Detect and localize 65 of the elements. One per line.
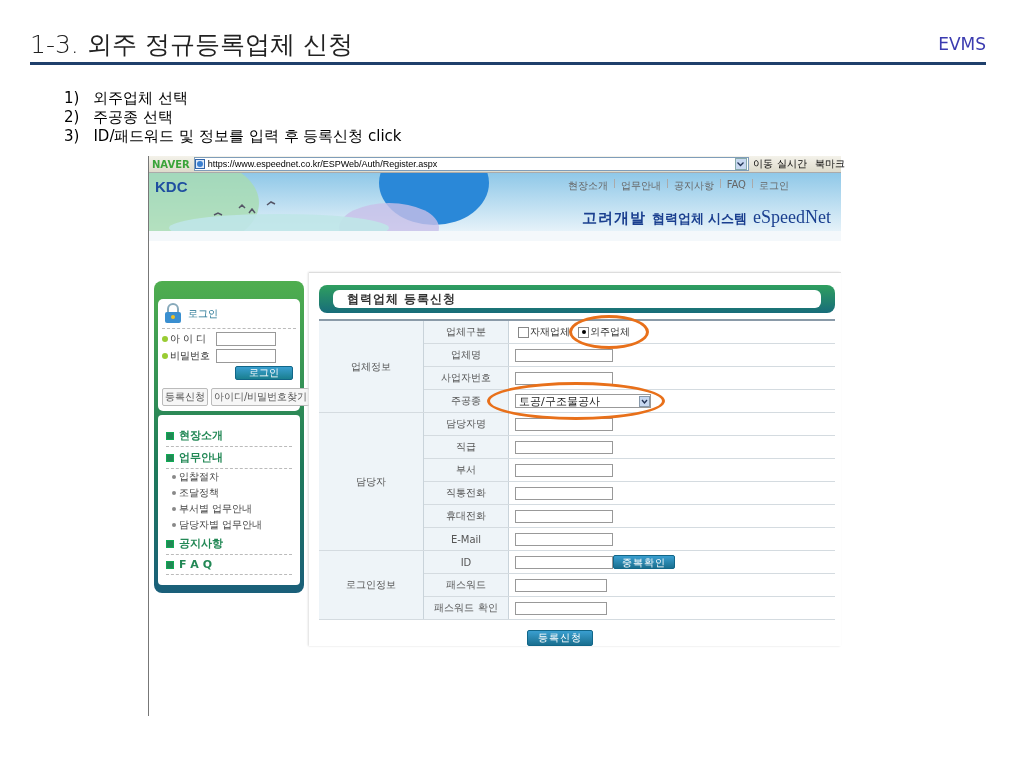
login-button[interactable]: 로그인 — [235, 366, 293, 380]
submit-button[interactable]: 등록신청 — [526, 630, 593, 646]
dropdown-arrow-icon — [639, 395, 650, 407]
menu-item[interactable]: F A Q — [166, 555, 292, 575]
password-field[interactable] — [515, 601, 607, 615]
step-number: 1) — [64, 89, 80, 108]
submenu-item[interactable]: 담당자별 업무안내 — [166, 517, 292, 533]
field-label: 업체구분 — [423, 320, 509, 344]
section-label: 로그인정보 — [319, 550, 424, 620]
step-text: ID/패드워드 및 정보를 입력 후 등록신청 click — [93, 127, 402, 146]
product-name: eSpeedNet — [753, 207, 831, 228]
input-field[interactable] — [515, 509, 613, 523]
lock-icon — [162, 303, 184, 325]
input-field[interactable] — [515, 463, 613, 477]
top-nav-link[interactable]: 로그인 — [759, 179, 789, 193]
top-nav-link[interactable]: 업무안내 — [620, 179, 661, 193]
form-title: 협력업체 등록신청 — [333, 290, 821, 308]
input-field[interactable] — [515, 555, 613, 569]
field-label: 아 이 디 — [170, 332, 208, 346]
link-button[interactable]: 등록신청 — [162, 388, 208, 406]
company-logo: 고려개발 — [581, 209, 646, 228]
realtime-button[interactable]: 실시간 — [776, 157, 807, 171]
radio-label: 자재업체 — [530, 325, 570, 339]
browser-logo: NAVER — [152, 158, 190, 170]
page-icon — [194, 159, 205, 169]
bookmarks-button[interactable]: 북마크 — [814, 157, 845, 171]
submenu-item[interactable]: 부서별 업무안내 — [166, 501, 292, 517]
top-nav-link[interactable]: 현장소개 — [567, 179, 608, 193]
input-field[interactable] — [515, 440, 613, 454]
menu-item[interactable]: 공지사항 — [166, 533, 292, 555]
slide-title: 1-3. 외주 정규등록업체 신청 — [30, 29, 353, 61]
address-bar[interactable]: https://www.espeednet.co.kr/ESPWeb/Auth/Register.aspx — [193, 157, 749, 171]
bullet-icon — [162, 353, 168, 359]
bullet-icon — [162, 336, 168, 342]
system-name: 협력업체 시스템 — [651, 210, 748, 228]
submenu-item[interactable]: 입찰절차 — [166, 469, 292, 485]
radio-button[interactable] — [518, 326, 529, 338]
step-text: 주공종 선택 — [93, 108, 174, 127]
section-label: 담당자 — [319, 412, 424, 551]
radio-label: 외주업체 — [590, 325, 630, 339]
password-field[interactable] — [216, 349, 276, 363]
input-field[interactable] — [515, 486, 613, 500]
input-field[interactable] — [515, 532, 613, 546]
dropdown[interactable]: 토공/구조물공사 — [515, 394, 651, 408]
top-nav-link[interactable]: FAQ — [726, 179, 746, 193]
password-field[interactable] — [515, 578, 607, 592]
brand-label: EVMS — [938, 34, 986, 54]
top-nav-link[interactable]: 공지사항 — [673, 179, 714, 193]
login-title: 로그인 — [188, 307, 218, 321]
duplicate-check-button[interactable]: 중복확인 — [613, 555, 675, 569]
menu-item[interactable]: 현장소개 — [166, 425, 292, 447]
step-number: 2) — [64, 108, 80, 127]
menu-item[interactable]: 업무안내 — [166, 447, 292, 469]
id-field[interactable] — [216, 332, 276, 346]
input-field[interactable] — [515, 348, 613, 362]
go-button[interactable]: 이동 — [752, 157, 773, 171]
step-text: 외주업체 선택 — [93, 89, 189, 108]
field-label: 비밀번호 — [170, 349, 211, 363]
section-label: 업체정보 — [319, 320, 424, 413]
step-number: 3) — [64, 127, 80, 146]
submenu-item[interactable]: 조달정책 — [166, 485, 292, 501]
link-button[interactable]: 아이디/비밀번호찾기 — [211, 388, 311, 406]
site-logo: KDC — [155, 178, 188, 195]
input-field[interactable] — [515, 371, 613, 385]
radio-button[interactable] — [578, 326, 589, 338]
